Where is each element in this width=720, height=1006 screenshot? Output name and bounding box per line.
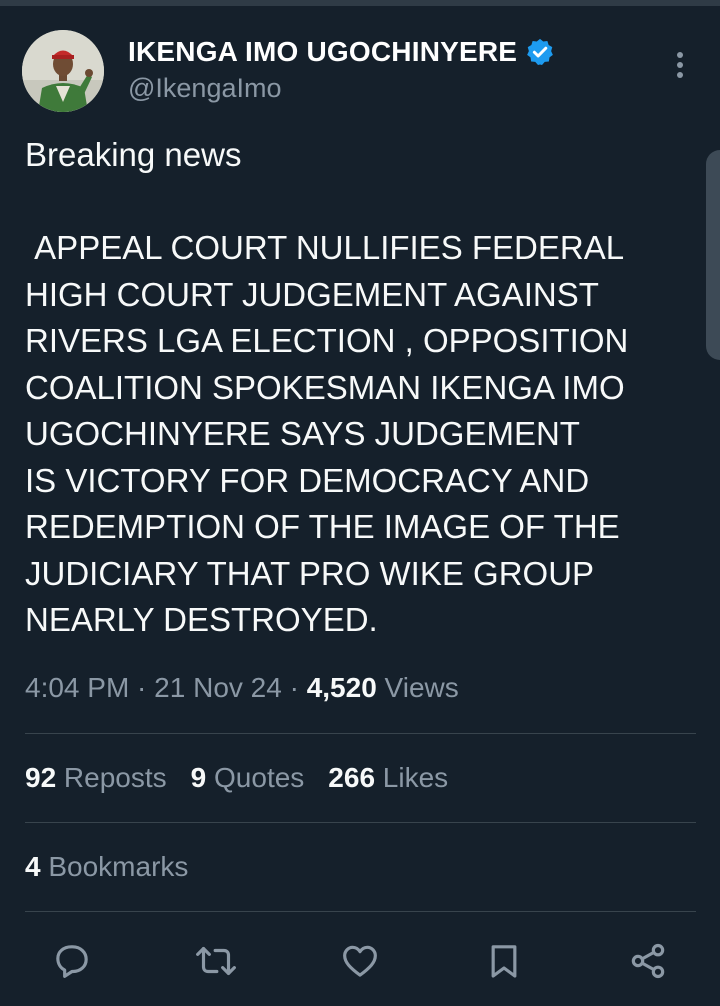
likes-count: 266: [328, 762, 376, 793]
views-count: 4,520: [306, 672, 377, 703]
divider: [25, 733, 696, 734]
tweet-time[interactable]: 4:04 PM: [25, 672, 129, 703]
bookmarks-label: Bookmarks: [40, 851, 189, 882]
quotes-stat[interactable]: 9 Quotes: [191, 762, 305, 794]
reposts-label: Reposts: [56, 762, 167, 793]
more-options-icon[interactable]: [666, 48, 694, 82]
like-icon[interactable]: [340, 941, 380, 981]
engagement-stats: 92 Reposts 9 Quotes 266 Likes: [25, 762, 472, 794]
bookmarks-stat[interactable]: 4 Bookmarks: [25, 851, 188, 883]
author-handle[interactable]: @IkengaImo: [128, 73, 281, 104]
meta-separator: ·: [129, 672, 155, 703]
tweet-text: Breaking news APPEAL COURT NULLIFIES FED…: [25, 136, 629, 638]
scroll-handle[interactable]: [706, 150, 720, 360]
tweet-date[interactable]: 21 Nov 24: [154, 672, 282, 703]
bookmarks-count: 4: [25, 851, 41, 882]
bookmark-icon[interactable]: [484, 941, 524, 981]
author-name-text[interactable]: IKENGA IMO UGOCHINYERE: [128, 36, 517, 68]
avatar[interactable]: [22, 30, 104, 112]
share-icon[interactable]: [628, 941, 668, 981]
divider: [25, 822, 696, 823]
repost-icon[interactable]: [196, 941, 236, 981]
author-display-name[interactable]: IKENGA IMO UGOCHINYERE: [128, 36, 555, 68]
reply-icon[interactable]: [52, 941, 92, 981]
meta-separator: ·: [281, 672, 307, 703]
likes-label: Likes: [375, 762, 449, 793]
divider: [25, 911, 696, 912]
quotes-label: Quotes: [206, 762, 305, 793]
likes-stat[interactable]: 266 Likes: [328, 762, 448, 794]
quotes-count: 9: [190, 762, 207, 793]
top-border: [0, 0, 720, 6]
verified-badge-icon: [525, 37, 555, 67]
tweet-meta: 4:04 PM · 21 Nov 24 · 4,520 Views: [25, 672, 459, 704]
reposts-count: 92: [25, 762, 57, 793]
views-label: Views: [376, 672, 459, 703]
reposts-stat[interactable]: 92 Reposts: [25, 762, 167, 794]
